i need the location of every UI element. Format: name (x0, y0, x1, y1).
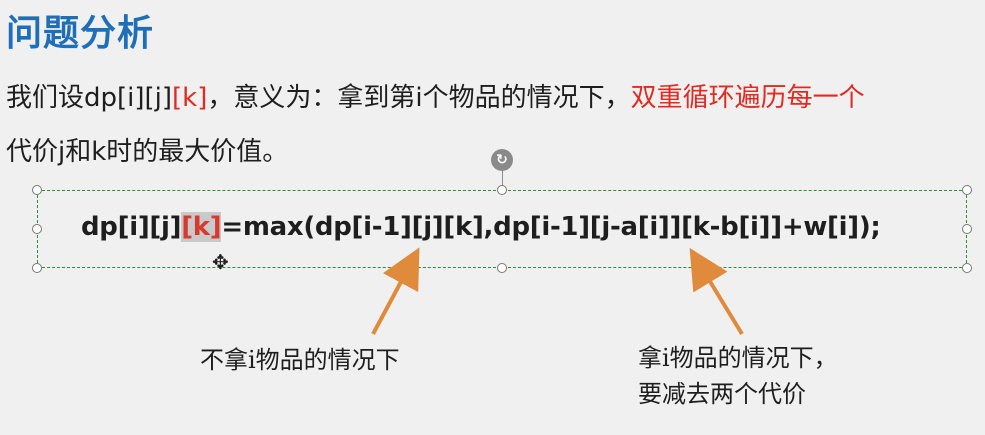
annotation-not-take: 不拿i物品的情况下 (200, 346, 400, 374)
annotation-take-line-1: 拿i物品的情况下， (638, 344, 838, 372)
arrow-right (689, 247, 744, 336)
annotation-take-line-2: 要减去两个代价 (638, 380, 806, 408)
arrow-left (371, 247, 420, 335)
annotation-take: 拿i物品的情况下， 要减去两个代价 (638, 340, 838, 412)
